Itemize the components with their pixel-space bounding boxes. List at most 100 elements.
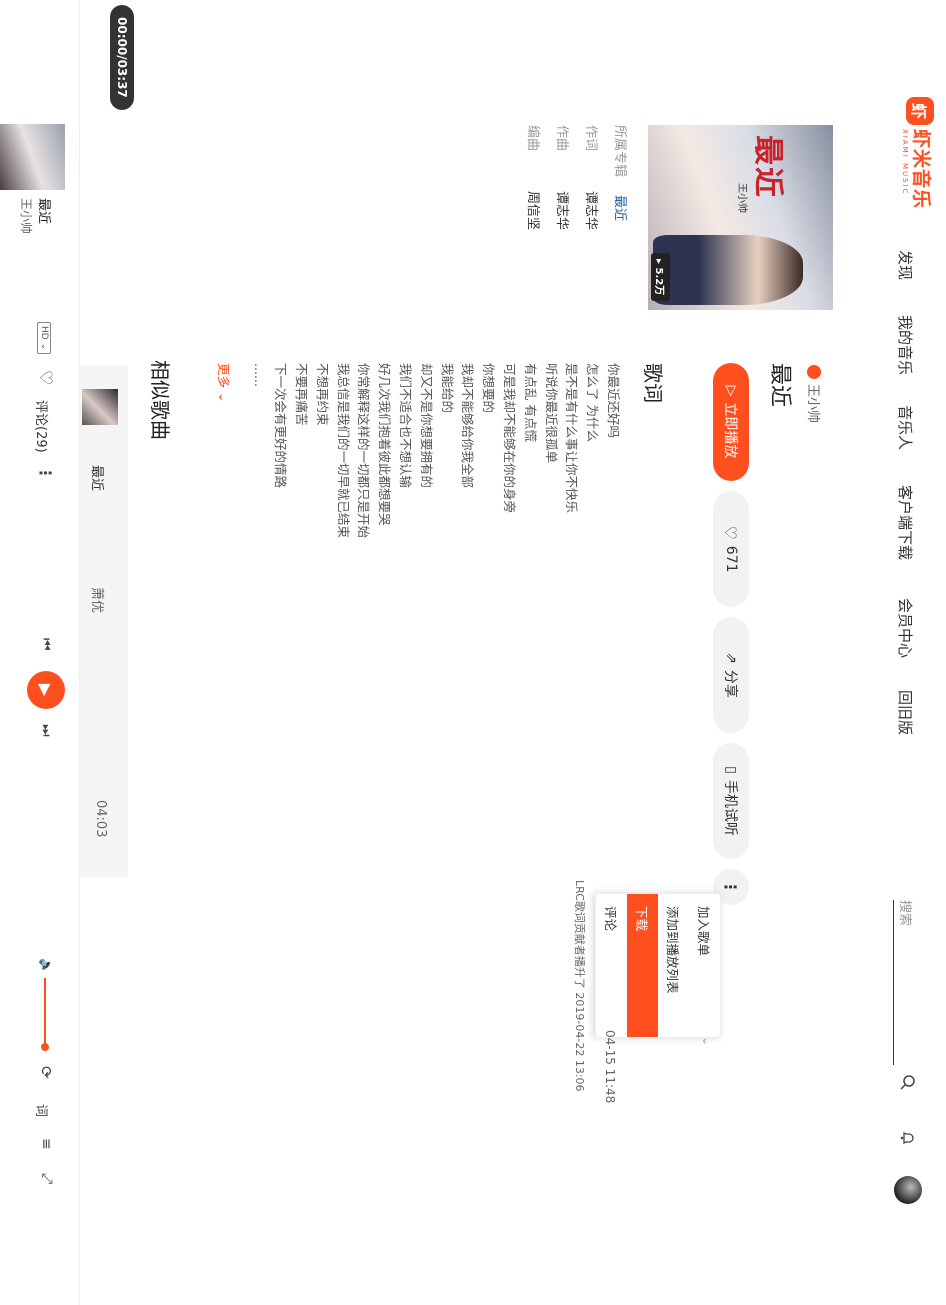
- cover-person-image: [653, 235, 803, 305]
- play-now-button[interactable]: ▷ 立即播放: [713, 363, 749, 481]
- xiami-logo-icon[interactable]: 虾: [906, 97, 934, 125]
- album-cover[interactable]: 最近 王小帅 ▸ 5.2万: [648, 125, 833, 310]
- menu-add-to-queue[interactable]: 添加到播放列表: [658, 894, 689, 1037]
- lyrics-toggle[interactable]: 词: [33, 1104, 52, 1117]
- expand-icon[interactable]: ⤢: [39, 1173, 55, 1184]
- share-button[interactable]: ⇗ 分享: [713, 617, 749, 733]
- menu-add-to-playlist[interactable]: 加入歌单: [689, 894, 720, 1037]
- lyric-line: 不要再痛苦: [294, 363, 310, 426]
- top-header: 虾 虾米音乐 XIAMI MUSIC 发现 我的音乐 音乐人 客户端下载 会员中…: [864, 0, 946, 1305]
- artist-icon: [807, 365, 822, 379]
- lyrics-heading: 歌词: [641, 363, 665, 403]
- page: 虾 虾米音乐 XIAMI MUSIC 发现 我的音乐 音乐人 客户端下载 会员中…: [0, 0, 946, 1305]
- volume-slider[interactable]: [44, 978, 46, 1046]
- lyric-line: 你最近还好吗: [606, 363, 621, 439]
- lyric-line: 不想再约束: [314, 363, 330, 426]
- player-bar: 00:00/03:37 最近 王小帅 HD ⌄ ♡ 评论(29) ⋮ ⏮ ▶ ⏭…: [0, 0, 134, 1305]
- lyricist-value[interactable]: 谭志华: [583, 191, 598, 230]
- nav-old-version[interactable]: 回旧版: [895, 690, 916, 735]
- similar-song-artist[interactable]: 萧优: [89, 587, 108, 613]
- artist-link[interactable]: 王小帅: [805, 384, 824, 423]
- play-count: 5.2万: [653, 267, 664, 296]
- share-icon: ⇗: [723, 652, 739, 664]
- lyric-line: 可是我却不能够在你的身旁: [502, 363, 518, 514]
- album-label: 所属专辑: [612, 125, 627, 178]
- album-link[interactable]: 最近: [612, 195, 627, 221]
- lyric-contributor-line: LRC歌词贡献者播升了 2019-04-22 13:06: [573, 880, 586, 1092]
- similar-song-title[interactable]: 最近: [89, 465, 108, 491]
- composer-value[interactable]: 谭志华: [554, 191, 569, 230]
- volume-icon[interactable]: 🔈: [38, 958, 53, 974]
- logo-subtitle: XIAMI MUSIC: [901, 129, 909, 196]
- bell-icon[interactable]: [898, 1128, 918, 1148]
- lyrics-more-link[interactable]: 更多 ⌄: [215, 363, 234, 402]
- menu-download[interactable]: 下载: [627, 894, 658, 1037]
- heart-icon[interactable]: ♡: [35, 370, 55, 385]
- user-avatar[interactable]: [894, 1176, 922, 1204]
- lyric-line: 有点乱 有点慌: [522, 363, 538, 442]
- info-composer-row: 作曲谭志华: [547, 125, 576, 230]
- cover-title: 最近: [750, 135, 785, 199]
- lyricist-label: 作词: [583, 125, 598, 152]
- playlist-icon[interactable]: ≡: [38, 1138, 54, 1150]
- search-placeholder: 搜索: [897, 900, 912, 927]
- lyric-line: 我能给的: [439, 363, 455, 414]
- nav-client-download[interactable]: 客户端下载: [895, 485, 916, 560]
- nav-my-music[interactable]: 我的音乐: [895, 315, 916, 375]
- logo-text: 虾米音乐: [910, 129, 932, 210]
- lyric-line: 却又不是你想要拥有的: [418, 363, 434, 489]
- nav-discover[interactable]: 发现: [895, 250, 916, 280]
- quality-hd-button[interactable]: HD ⌄: [37, 322, 51, 355]
- info-arranger-row: 编曲周信坚: [518, 125, 547, 230]
- player-comments[interactable]: 评论(29): [33, 400, 52, 453]
- similar-song-duration: 04:03: [93, 800, 108, 838]
- menu-comment[interactable]: 评论: [596, 894, 627, 1037]
- lyric-line: 是不是有什么事让你不快乐: [564, 363, 580, 514]
- play-now-label: 立即播放: [722, 402, 738, 459]
- info-lyricist-row: 作词谭志华: [576, 125, 605, 230]
- search-input[interactable]: 搜索: [893, 900, 916, 1065]
- share-label: 分享: [722, 669, 738, 698]
- arranger-label: 编曲: [525, 125, 540, 152]
- chevron-down-icon: ⌄: [216, 392, 231, 403]
- lyric-line: 听说你最近很孤单: [543, 363, 559, 464]
- heart-icon: ♡: [721, 525, 741, 540]
- play-icon: ▶: [36, 683, 56, 697]
- player-cover[interactable]: [0, 124, 65, 190]
- like-button[interactable]: ♡ 671: [713, 491, 749, 607]
- lyric-ellipsis: ......: [252, 363, 268, 387]
- more-dots-icon: ⋮: [721, 879, 741, 895]
- search-icon[interactable]: [898, 1072, 918, 1092]
- lyric-line: 我总信是我们的一切早就已结束: [335, 363, 351, 539]
- info-album-row: 所属专辑最近: [605, 125, 634, 230]
- cover-artist: 王小帅: [736, 183, 747, 213]
- similar-heading: 相似歌曲: [148, 360, 172, 440]
- play-button[interactable]: ▶: [27, 671, 65, 709]
- previous-track-icon[interactable]: ⏮: [38, 638, 54, 651]
- menu-chevron-icon[interactable]: ⌄: [700, 1036, 714, 1046]
- more-actions-menu: 加入歌单 添加到播放列表 下载 评论: [595, 893, 721, 1038]
- artist-row: 王小帅: [805, 365, 824, 423]
- player-song-title[interactable]: 最近: [36, 198, 55, 224]
- phone-listen-button[interactable]: ▯ 手机试听: [713, 743, 749, 859]
- like-count: 671: [723, 545, 739, 573]
- lyrics-block: 你最近还好吗 怎么了 为什么 是不是有什么事让你不快乐 听说你最近很孤单 有点乱…: [249, 363, 623, 538]
- lyric-line: 好几次我们抱着彼此都想要哭: [377, 363, 393, 526]
- player-artist[interactable]: 王小帅: [18, 198, 35, 234]
- repeat-icon[interactable]: ⟳: [37, 1066, 55, 1079]
- lyrics-more-label: 更多: [216, 363, 231, 389]
- site-logo[interactable]: 虾米音乐 XIAMI MUSIC: [901, 129, 936, 209]
- more-dots-icon[interactable]: ⋮: [36, 465, 55, 481]
- song-title: 最近: [767, 363, 792, 408]
- volume-handle[interactable]: [41, 1043, 49, 1051]
- lyric-line: 我们不适合也不想认输: [398, 363, 414, 489]
- arranger-value[interactable]: 周信坚: [525, 191, 540, 230]
- phone-listen-label: 手机试听: [722, 779, 738, 836]
- nav-vip-center[interactable]: 会员中心: [895, 598, 916, 658]
- phone-icon: ▯: [723, 766, 739, 774]
- similar-song-cover[interactable]: [82, 389, 118, 425]
- playback-time: 00:00/03:37: [110, 5, 134, 110]
- lyric-line: 我却不能够给你我全部: [460, 363, 476, 489]
- nav-musicians[interactable]: 音乐人: [895, 405, 916, 450]
- next-track-icon[interactable]: ⏭: [38, 724, 54, 737]
